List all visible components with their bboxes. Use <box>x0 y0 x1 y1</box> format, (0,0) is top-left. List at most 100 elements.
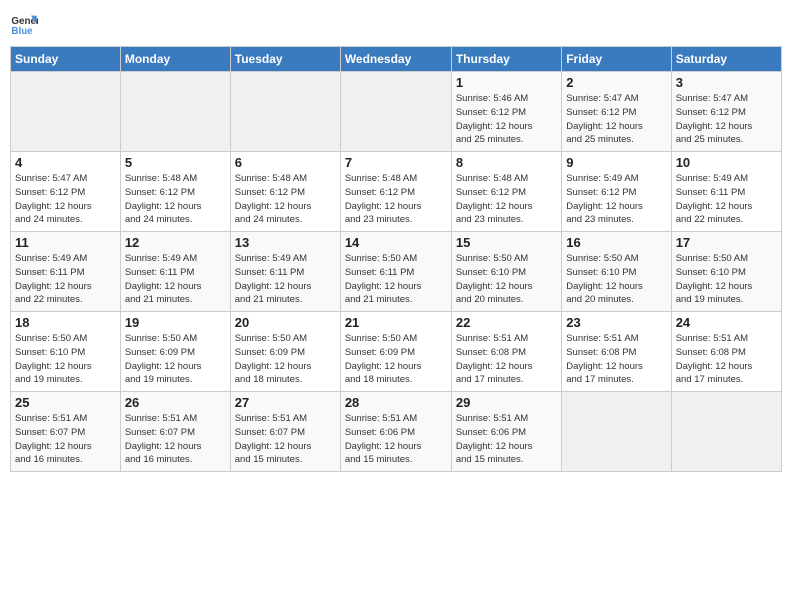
col-header-tuesday: Tuesday <box>230 47 340 72</box>
calendar-cell: 14 Sunrise: 5:50 AM Sunset: 6:11 PM Dayli… <box>340 232 451 312</box>
day-number: 29 <box>456 395 557 410</box>
day-number: 21 <box>345 315 447 330</box>
day-number: 25 <box>15 395 116 410</box>
day-info: Sunrise: 5:51 AM Sunset: 6:08 PM Dayligh… <box>566 332 666 387</box>
day-info: Sunrise: 5:48 AM Sunset: 6:12 PM Dayligh… <box>456 172 557 227</box>
day-info: Sunrise: 5:47 AM Sunset: 6:12 PM Dayligh… <box>676 92 777 147</box>
day-info: Sunrise: 5:50 AM Sunset: 6:09 PM Dayligh… <box>235 332 336 387</box>
logo: General Blue <box>10 10 42 38</box>
day-info: Sunrise: 5:49 AM Sunset: 6:11 PM Dayligh… <box>676 172 777 227</box>
calendar-cell <box>120 72 230 152</box>
calendar-cell: 18 Sunrise: 5:50 AM Sunset: 6:10 PM Dayli… <box>11 312 121 392</box>
page-header: General Blue <box>10 10 782 38</box>
day-number: 12 <box>125 235 226 250</box>
day-info: Sunrise: 5:48 AM Sunset: 6:12 PM Dayligh… <box>345 172 447 227</box>
day-number: 3 <box>676 75 777 90</box>
day-number: 27 <box>235 395 336 410</box>
day-number: 23 <box>566 315 666 330</box>
svg-text:Blue: Blue <box>11 26 33 37</box>
calendar-cell <box>230 72 340 152</box>
day-number: 10 <box>676 155 777 170</box>
calendar-cell: 5 Sunrise: 5:48 AM Sunset: 6:12 PM Daylig… <box>120 152 230 232</box>
day-number: 1 <box>456 75 557 90</box>
day-number: 16 <box>566 235 666 250</box>
day-number: 26 <box>125 395 226 410</box>
calendar-cell: 29 Sunrise: 5:51 AM Sunset: 6:06 PM Dayli… <box>451 392 561 472</box>
week-row-2: 4Sunrise: 5:47 AM Sunset: 6:12 PM Daylig… <box>11 152 782 232</box>
calendar-cell <box>11 72 121 152</box>
day-number: 6 <box>235 155 336 170</box>
day-number: 13 <box>235 235 336 250</box>
calendar-header: SundayMondayTuesdayWednesdayThursdayFrid… <box>11 47 782 72</box>
calendar-cell: 15 Sunrise: 5:50 AM Sunset: 6:10 PM Dayli… <box>451 232 561 312</box>
calendar-cell: 19 Sunrise: 5:50 AM Sunset: 6:09 PM Dayli… <box>120 312 230 392</box>
calendar-cell: 25 Sunrise: 5:51 AM Sunset: 6:07 PM Dayli… <box>11 392 121 472</box>
day-number: 20 <box>235 315 336 330</box>
day-info: Sunrise: 5:51 AM Sunset: 6:07 PM Dayligh… <box>15 412 116 467</box>
calendar-table: SundayMondayTuesdayWednesdayThursdayFrid… <box>10 46 782 472</box>
day-number: 28 <box>345 395 447 410</box>
day-number: 9 <box>566 155 666 170</box>
logo-icon: General Blue <box>10 10 38 38</box>
day-info: Sunrise: 5:47 AM Sunset: 6:12 PM Dayligh… <box>15 172 116 227</box>
day-number: 7 <box>345 155 447 170</box>
day-info: Sunrise: 5:48 AM Sunset: 6:12 PM Dayligh… <box>235 172 336 227</box>
col-header-wednesday: Wednesday <box>340 47 451 72</box>
day-info: Sunrise: 5:50 AM Sunset: 6:09 PM Dayligh… <box>345 332 447 387</box>
calendar-cell <box>562 392 671 472</box>
calendar-cell: 22 Sunrise: 5:51 AM Sunset: 6:08 PM Dayli… <box>451 312 561 392</box>
day-info: Sunrise: 5:51 AM Sunset: 6:08 PM Dayligh… <box>676 332 777 387</box>
day-info: Sunrise: 5:50 AM Sunset: 6:10 PM Dayligh… <box>456 252 557 307</box>
calendar-cell: 17Sunrise: 5:50 AM Sunset: 6:10 PM Dayli… <box>671 232 781 312</box>
day-info: Sunrise: 5:50 AM Sunset: 6:09 PM Dayligh… <box>125 332 226 387</box>
calendar-cell: 10 Sunrise: 5:49 AM Sunset: 6:11 PM Dayli… <box>671 152 781 232</box>
calendar-cell: 16 Sunrise: 5:50 AM Sunset: 6:10 PM Dayli… <box>562 232 671 312</box>
day-number: 5 <box>125 155 226 170</box>
day-info: Sunrise: 5:51 AM Sunset: 6:07 PM Dayligh… <box>125 412 226 467</box>
calendar-cell: 13 Sunrise: 5:49 AM Sunset: 6:11 PM Dayli… <box>230 232 340 312</box>
day-info: Sunrise: 5:50 AM Sunset: 6:11 PM Dayligh… <box>345 252 447 307</box>
day-number: 22 <box>456 315 557 330</box>
calendar-cell: 7 Sunrise: 5:48 AM Sunset: 6:12 PM Daylig… <box>340 152 451 232</box>
calendar-cell: 3 Sunrise: 5:47 AM Sunset: 6:12 PM Daylig… <box>671 72 781 152</box>
day-info: Sunrise: 5:48 AM Sunset: 6:12 PM Dayligh… <box>125 172 226 227</box>
day-number: 15 <box>456 235 557 250</box>
col-header-friday: Friday <box>562 47 671 72</box>
day-number: 17 <box>676 235 777 250</box>
day-number: 18 <box>15 315 116 330</box>
calendar-cell: 8 Sunrise: 5:48 AM Sunset: 6:12 PM Daylig… <box>451 152 561 232</box>
calendar-cell: 6 Sunrise: 5:48 AM Sunset: 6:12 PM Daylig… <box>230 152 340 232</box>
day-info: Sunrise: 5:50 AM Sunset: 6:10 PM Dayligh… <box>15 332 116 387</box>
calendar-cell: 2 Sunrise: 5:47 AM Sunset: 6:12 PM Daylig… <box>562 72 671 152</box>
week-row-1: 1Sunrise: 5:46 AM Sunset: 6:12 PM Daylig… <box>11 72 782 152</box>
day-info: Sunrise: 5:47 AM Sunset: 6:12 PM Dayligh… <box>566 92 666 147</box>
calendar-cell: 1Sunrise: 5:46 AM Sunset: 6:12 PM Daylig… <box>451 72 561 152</box>
week-row-5: 25 Sunrise: 5:51 AM Sunset: 6:07 PM Dayli… <box>11 392 782 472</box>
calendar-cell: 27 Sunrise: 5:51 AM Sunset: 6:07 PM Dayli… <box>230 392 340 472</box>
day-info: Sunrise: 5:51 AM Sunset: 6:08 PM Dayligh… <box>456 332 557 387</box>
day-info: Sunrise: 5:51 AM Sunset: 6:06 PM Dayligh… <box>456 412 557 467</box>
day-number: 11 <box>15 235 116 250</box>
day-number: 19 <box>125 315 226 330</box>
day-info: Sunrise: 5:49 AM Sunset: 6:12 PM Dayligh… <box>566 172 666 227</box>
calendar-cell <box>671 392 781 472</box>
day-info: Sunrise: 5:51 AM Sunset: 6:07 PM Dayligh… <box>235 412 336 467</box>
calendar-cell <box>340 72 451 152</box>
day-info: Sunrise: 5:49 AM Sunset: 6:11 PM Dayligh… <box>235 252 336 307</box>
col-header-monday: Monday <box>120 47 230 72</box>
calendar-cell: 23 Sunrise: 5:51 AM Sunset: 6:08 PM Dayli… <box>562 312 671 392</box>
day-number: 2 <box>566 75 666 90</box>
calendar-cell: 26 Sunrise: 5:51 AM Sunset: 6:07 PM Dayli… <box>120 392 230 472</box>
day-number: 8 <box>456 155 557 170</box>
day-info: Sunrise: 5:51 AM Sunset: 6:06 PM Dayligh… <box>345 412 447 467</box>
day-info: Sunrise: 5:50 AM Sunset: 6:10 PM Dayligh… <box>566 252 666 307</box>
col-header-thursday: Thursday <box>451 47 561 72</box>
col-header-sunday: Sunday <box>11 47 121 72</box>
day-number: 14 <box>345 235 447 250</box>
calendar-cell: 11Sunrise: 5:49 AM Sunset: 6:11 PM Dayli… <box>11 232 121 312</box>
week-row-3: 11 Sunrise: 5:49 AM Sunset: 6:11 PM Dayli… <box>11 232 782 312</box>
day-number: 24 <box>676 315 777 330</box>
calendar-cell: 20 Sunrise: 5:50 AM Sunset: 6:09 PM Dayli… <box>230 312 340 392</box>
week-row-4: 18 Sunrise: 5:50 AM Sunset: 6:10 PM Dayli… <box>11 312 782 392</box>
calendar-cell: 9 Sunrise: 5:49 AM Sunset: 6:12 PM Daylig… <box>562 152 671 232</box>
